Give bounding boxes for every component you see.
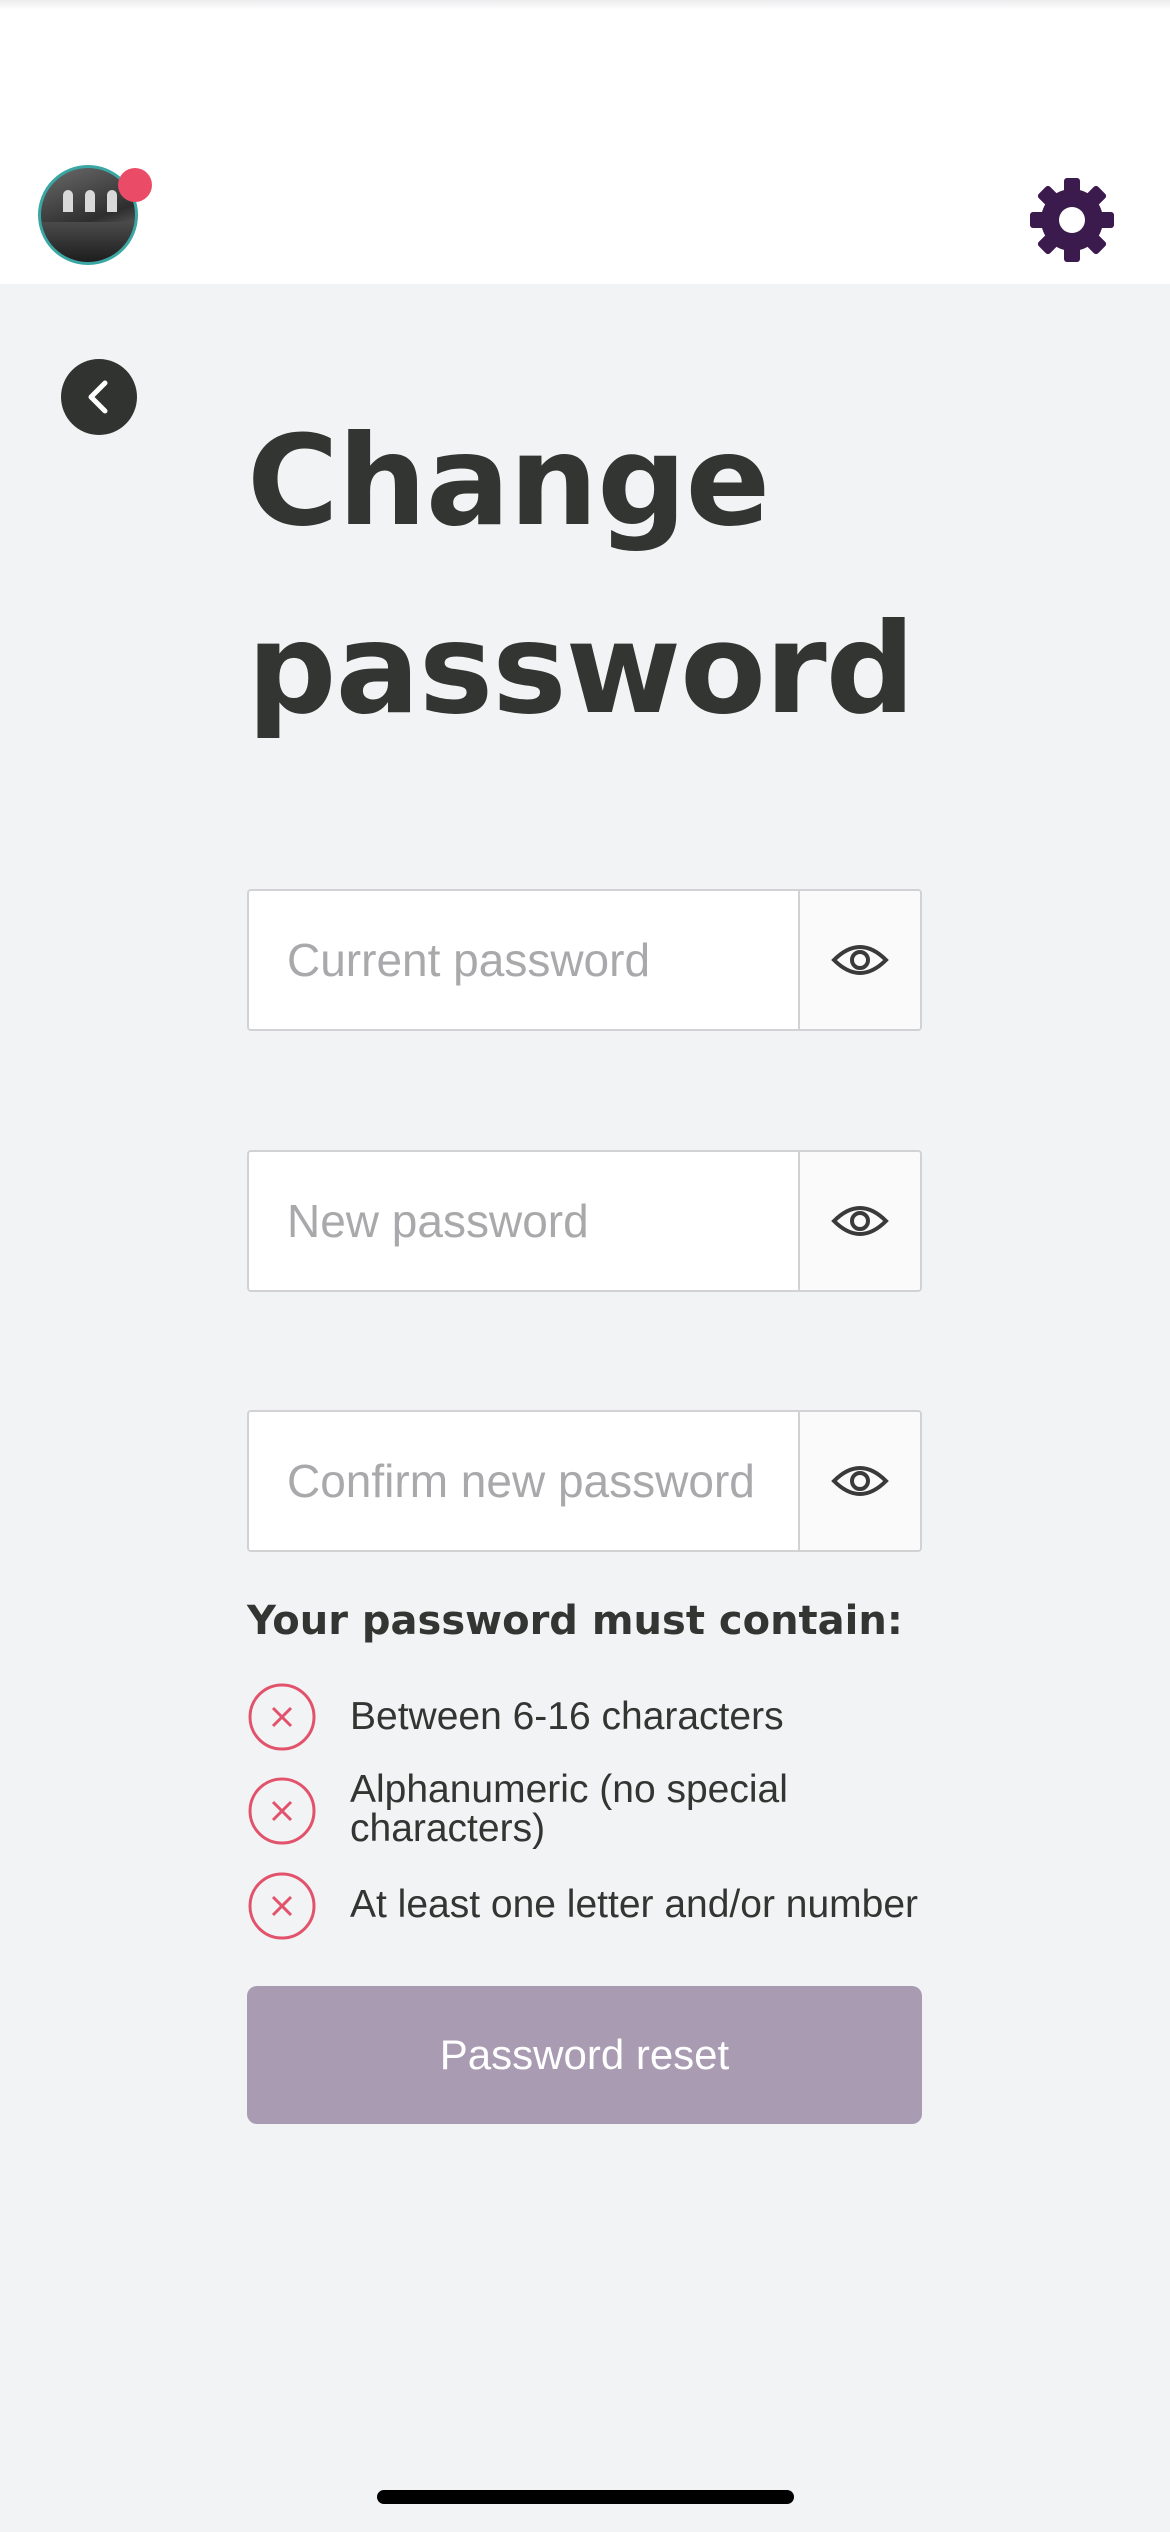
page-title: Change password — [247, 388, 1047, 764]
current-password-input[interactable] — [249, 891, 798, 1029]
new-password-input[interactable] — [249, 1152, 798, 1290]
header-bar — [0, 0, 1170, 284]
requirement-label: Alphanumeric (no special characters) — [350, 1768, 788, 1850]
show-confirm-password-button[interactable] — [798, 1412, 920, 1550]
requirement-label: At least one letter and/or number — [350, 1883, 918, 1926]
avatar-photo-floor — [41, 222, 135, 262]
avatar-photo-window — [107, 190, 117, 212]
page-title-line1: Change — [247, 409, 770, 554]
confirm-password-input[interactable] — [249, 1412, 798, 1550]
avatar-photo-window — [85, 190, 95, 212]
x-circle-icon — [248, 1683, 316, 1751]
password-reset-button[interactable]: Password reset — [247, 1986, 922, 2124]
confirm-password-field — [247, 1410, 922, 1552]
avatar-photo-window — [63, 190, 73, 212]
show-new-password-button[interactable] — [798, 1152, 920, 1290]
back-button[interactable] — [61, 359, 137, 435]
new-password-field — [247, 1150, 922, 1292]
chevron-left-icon — [88, 380, 108, 414]
x-circle-icon — [248, 1872, 316, 1940]
show-current-password-button[interactable] — [798, 891, 920, 1029]
eye-icon — [831, 1206, 889, 1236]
home-indicator — [377, 2490, 794, 2504]
gear-icon[interactable] — [1028, 176, 1116, 264]
eye-icon — [831, 945, 889, 975]
eye-icon — [831, 1466, 889, 1496]
x-circle-icon — [248, 1777, 316, 1845]
header-shadow — [0, 0, 1170, 10]
requirements-title: Your password must contain: — [247, 1598, 903, 1644]
current-password-field — [247, 889, 922, 1031]
page-title-line2: password — [247, 597, 915, 742]
notification-dot — [118, 168, 152, 202]
requirement-label: Between 6-16 characters — [350, 1695, 784, 1738]
